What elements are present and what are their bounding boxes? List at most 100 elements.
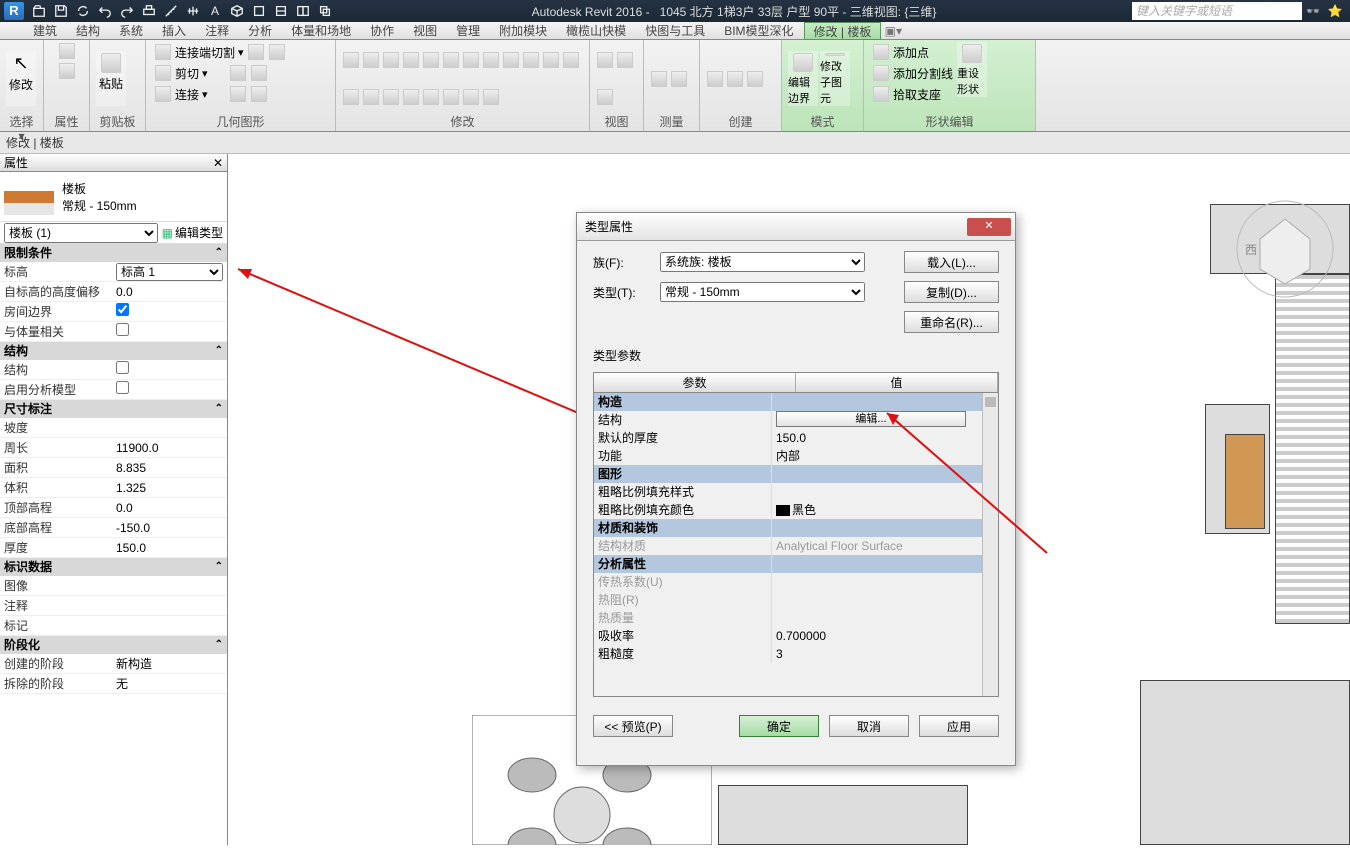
add-split-button[interactable]: 添加分割线 <box>870 63 955 83</box>
param-row[interactable]: 构造⌃ <box>594 393 998 411</box>
mod-ico[interactable] <box>383 89 399 105</box>
tab-mass[interactable]: 体量和场地 <box>282 22 361 40</box>
param-row[interactable]: 热质量 <box>594 609 998 627</box>
prop-row[interactable]: 面积8.835 <box>0 458 227 478</box>
tab-manage[interactable]: 管理 <box>447 22 490 40</box>
qat-close-hide-icon[interactable] <box>292 2 314 20</box>
tab-analyze[interactable]: 分析 <box>239 22 282 40</box>
param-row[interactable]: 粗略比例填充样式 <box>594 483 998 501</box>
prop-row[interactable]: 标高标高 1 <box>0 262 227 282</box>
qat-text-icon[interactable]: A <box>204 2 226 20</box>
family-select[interactable]: 系统族: 楼板 <box>660 252 865 272</box>
tab-fast[interactable]: 快图与工具 <box>636 22 715 40</box>
props-icon[interactable] <box>59 43 75 59</box>
qat-thin-icon[interactable] <box>270 2 292 20</box>
view-ico[interactable] <box>617 52 633 68</box>
edit-structure-button[interactable]: 编辑... <box>776 411 966 427</box>
prop-row[interactable]: 顶部高程0.0 <box>0 498 227 518</box>
close-icon[interactable]: ✕ <box>213 154 223 171</box>
find-icon[interactable]: 👓 <box>1302 4 1324 18</box>
scrollbar[interactable] <box>982 393 998 696</box>
tab-insert[interactable]: 插入 <box>153 22 196 40</box>
prop-group[interactable]: 阶段化⌃ <box>0 636 227 654</box>
prop-row[interactable]: 图像 <box>0 576 227 596</box>
mod-ico[interactable] <box>383 52 399 68</box>
prop-row[interactable]: 厚度150.0 <box>0 538 227 558</box>
qat-section-icon[interactable] <box>248 2 270 20</box>
ribbon-finish-icon[interactable]: ▣▾ <box>881 24 905 38</box>
mod-ico[interactable] <box>423 89 439 105</box>
prop-row[interactable]: 拆除的阶段无 <box>0 674 227 694</box>
param-row[interactable]: 粗略比例填充颜色黑色 <box>594 501 998 519</box>
param-row[interactable]: 结构材质Analytical Floor Surface <box>594 537 998 555</box>
load-button[interactable]: 载入(L)... <box>904 251 999 273</box>
tab-modify-floor[interactable]: 修改 | 楼板 <box>804 22 882 40</box>
tab-view[interactable]: 视图 <box>404 22 447 40</box>
type-selector[interactable]: 楼板 常规 - 150mm <box>0 172 227 222</box>
type-props-icon[interactable] <box>59 63 75 79</box>
apply-button[interactable]: 应用 <box>919 715 999 737</box>
tab-annotate[interactable]: 注释 <box>196 22 239 40</box>
param-row[interactable]: 默认的厚度150.0 <box>594 429 998 447</box>
prop-row[interactable]: 注释 <box>0 596 227 616</box>
param-row[interactable]: 结构编辑... <box>594 411 998 429</box>
modify-button[interactable]: ↖修改 <box>6 51 36 106</box>
param-row[interactable]: 吸收率0.700000 <box>594 627 998 645</box>
paste-button[interactable]: 粘贴 <box>96 51 126 106</box>
prop-row[interactable]: 与体量相关 <box>0 322 227 342</box>
prop-group[interactable]: 结构⌃ <box>0 342 227 360</box>
param-row[interactable]: 功能内部 <box>594 447 998 465</box>
mod-ico[interactable] <box>343 52 359 68</box>
mod-ico[interactable] <box>523 52 539 68</box>
join-button[interactable]: 连接 ▾ <box>152 84 270 104</box>
create-ico[interactable] <box>707 71 723 87</box>
measure-ico[interactable] <box>671 71 687 87</box>
preview-button[interactable]: << 预览(P) <box>593 715 673 737</box>
prop-row[interactable]: 标记 <box>0 616 227 636</box>
ok-button[interactable]: 确定 <box>739 715 819 737</box>
tab-collab[interactable]: 协作 <box>361 22 404 40</box>
view-ico[interactable] <box>597 52 613 68</box>
prop-row[interactable]: 坡度 <box>0 418 227 438</box>
qat-measure-icon[interactable] <box>160 2 182 20</box>
prop-row[interactable]: 底部高程-150.0 <box>0 518 227 538</box>
mod-ico[interactable] <box>483 89 499 105</box>
cut-button[interactable]: 剪切 ▾ <box>152 63 270 83</box>
qat-switch-icon[interactable] <box>314 2 336 20</box>
prop-group[interactable]: 标识数据⌃ <box>0 558 227 576</box>
mod-ico[interactable] <box>503 52 519 68</box>
mod-ico[interactable] <box>423 52 439 68</box>
mod-ico[interactable] <box>403 89 419 105</box>
dialog-close-button[interactable]: ✕ <box>967 218 1011 236</box>
param-row[interactable]: 传热系数(U) <box>594 573 998 591</box>
prop-row[interactable]: 周长11900.0 <box>0 438 227 458</box>
prop-row[interactable]: 创建的阶段新构造 <box>0 654 227 674</box>
prop-row[interactable]: 自标高的高度偏移0.0 <box>0 282 227 302</box>
cancel-button[interactable]: 取消 <box>829 715 909 737</box>
prop-group[interactable]: 尺寸标注⌃ <box>0 400 227 418</box>
instance-filter-select[interactable]: 楼板 (1) <box>4 223 158 243</box>
mod-ico[interactable] <box>463 52 479 68</box>
mod-ico[interactable] <box>563 52 579 68</box>
modify-subelem-button[interactable]: 修改子图元 <box>820 51 850 106</box>
type-select[interactable]: 常规 - 150mm <box>660 282 865 302</box>
mod-ico[interactable] <box>443 52 459 68</box>
edit-boundary-button[interactable]: 编辑边界 <box>788 51 818 106</box>
tab-sys[interactable]: 系统 <box>110 22 153 40</box>
cut-join-button[interactable]: 连接端切割 ▾ <box>152 42 288 62</box>
add-point-button[interactable]: 添加点 <box>870 42 955 62</box>
prop-group[interactable]: 限制条件⌃ <box>0 244 227 262</box>
view-ico[interactable] <box>597 89 613 105</box>
qat-3d-icon[interactable] <box>226 2 248 20</box>
prop-row[interactable]: 启用分析模型 <box>0 380 227 400</box>
mod-ico[interactable] <box>343 89 359 105</box>
mod-ico[interactable] <box>483 52 499 68</box>
param-row[interactable]: 粗糙度3 <box>594 645 998 663</box>
qat-open-icon[interactable] <box>28 2 50 20</box>
mod-ico[interactable] <box>363 89 379 105</box>
mod-ico[interactable] <box>463 89 479 105</box>
param-row[interactable]: 热阻(R) <box>594 591 998 609</box>
mod-ico[interactable] <box>543 52 559 68</box>
pick-support-button[interactable]: 拾取支座 <box>870 84 955 104</box>
tab-struct[interactable]: 结构 <box>67 22 110 40</box>
